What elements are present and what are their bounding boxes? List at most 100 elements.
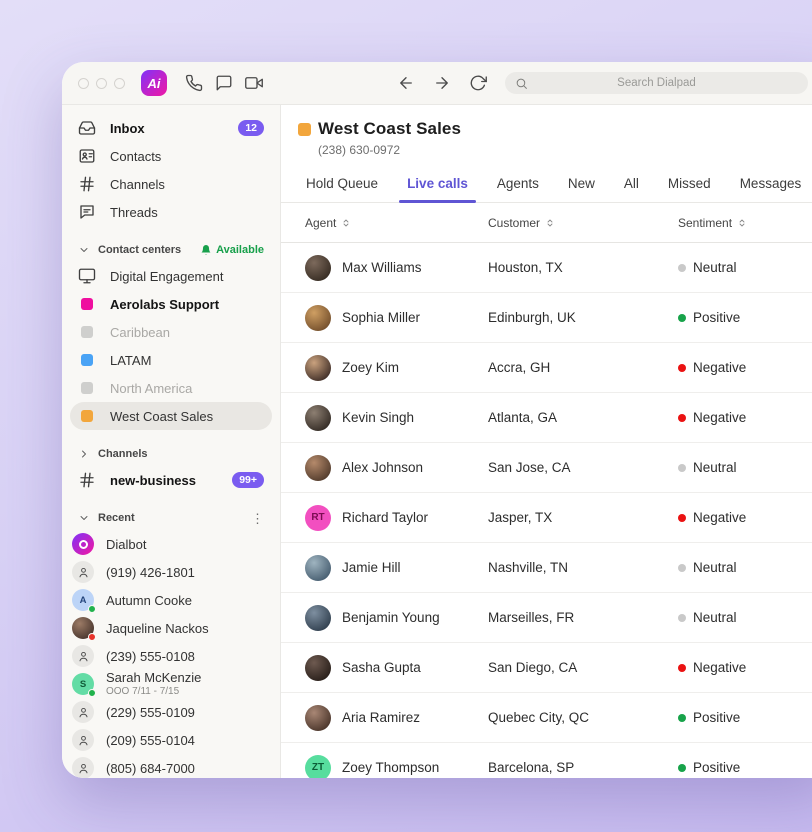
table-row[interactable]: Sasha GuptaSan Diego, CANegative bbox=[281, 643, 812, 693]
recent-options-icon[interactable]: ⋮ bbox=[251, 512, 264, 525]
avatar bbox=[72, 729, 94, 751]
agent-cell: Sasha Gupta bbox=[305, 655, 488, 681]
sentiment-cell: Positive bbox=[678, 760, 812, 775]
recent-item[interactable]: (209) 555-0104 bbox=[70, 726, 272, 754]
table-row[interactable]: ZTZoey ThompsonBarcelona, SPPositive bbox=[281, 743, 812, 778]
sidebar-item-contacts[interactable]: Contacts bbox=[70, 142, 272, 170]
tab-agents[interactable]: Agents bbox=[496, 167, 540, 202]
presence-dot bbox=[88, 605, 96, 613]
recent-item-label: Jaqueline Nackos bbox=[106, 621, 209, 636]
dialpad-ai-logo: Ai bbox=[141, 70, 167, 96]
tab-all[interactable]: All bbox=[623, 167, 640, 202]
chevron-down-icon bbox=[78, 244, 90, 256]
column-header-agent[interactable]: Agent bbox=[305, 216, 488, 230]
avatar-wrap bbox=[72, 757, 94, 778]
table-row[interactable]: Zoey KimAccra, GHNegative bbox=[281, 343, 812, 393]
close-window-button[interactable] bbox=[78, 78, 89, 89]
person-icon bbox=[77, 706, 90, 719]
tab-hold-queue[interactable]: Hold Queue bbox=[305, 167, 379, 202]
recent-item-subtitle: OOO 7/11 - 7/15 bbox=[106, 686, 201, 697]
contact-center-latam[interactable]: LATAM bbox=[70, 346, 272, 374]
customer-cell: Nashville, TN bbox=[488, 560, 678, 575]
avatar bbox=[72, 561, 94, 583]
table-row[interactable]: Kevin SinghAtlanta, GANegative bbox=[281, 393, 812, 443]
contact-center-aerolabs-support[interactable]: Aerolabs Support bbox=[70, 290, 272, 318]
recent-item[interactable]: Jaqueline Nackos bbox=[70, 614, 272, 642]
sentiment-cell: Neutral bbox=[678, 610, 812, 625]
person-icon bbox=[77, 734, 90, 747]
contact-center-label: LATAM bbox=[110, 353, 151, 368]
forward-button[interactable] bbox=[427, 68, 457, 98]
video-icon bbox=[245, 74, 263, 92]
customer-cell: Marseilles, FR bbox=[488, 610, 678, 625]
table-row[interactable]: Aria RamirezQuebec City, QCPositive bbox=[281, 693, 812, 743]
table-row[interactable]: RTRichard TaylorJasper, TXNegative bbox=[281, 493, 812, 543]
tab-messages[interactable]: Messages bbox=[739, 167, 803, 202]
hash-icon bbox=[78, 471, 96, 489]
recent-item[interactable]: AAutumn Cooke bbox=[70, 586, 272, 614]
avatar-wrap bbox=[72, 729, 94, 751]
table-row[interactable]: Max WilliamsHouston, TXNeutral bbox=[281, 243, 812, 293]
tab-missed[interactable]: Missed bbox=[667, 167, 712, 202]
channel-new-business[interactable]: new-business99+ bbox=[70, 466, 272, 494]
avatar-wrap bbox=[72, 561, 94, 583]
phone-button[interactable] bbox=[179, 68, 209, 98]
contact-center-west-coast-sales[interactable]: West Coast Sales bbox=[70, 402, 272, 430]
recent-item[interactable]: Dialbot bbox=[70, 530, 272, 558]
agent-name: Alex Johnson bbox=[342, 460, 423, 475]
agent-cell: ZTZoey Thompson bbox=[305, 755, 488, 779]
customer-cell: Quebec City, QC bbox=[488, 710, 678, 725]
main-panel: West Coast Sales (238) 630-0972 Hold Que… bbox=[281, 105, 812, 778]
contact-centers-header[interactable]: Contact centers Available bbox=[70, 238, 272, 262]
sentiment-dot bbox=[678, 464, 686, 472]
sidebar-item-threads[interactable]: Threads bbox=[70, 198, 272, 226]
recent-item[interactable]: (229) 555-0109 bbox=[70, 698, 272, 726]
sidebar-item-channels[interactable]: Channels bbox=[70, 170, 272, 198]
availability-status[interactable]: Available bbox=[200, 244, 264, 256]
recent-item[interactable]: (239) 555-0108 bbox=[70, 642, 272, 670]
contact-center-caribbean[interactable]: Caribbean bbox=[70, 318, 272, 346]
agent-cell: RTRichard Taylor bbox=[305, 505, 488, 531]
sentiment-label: Positive bbox=[693, 710, 740, 725]
agent-cell: Benjamin Young bbox=[305, 605, 488, 631]
recent-item[interactable]: (805) 684-7000 bbox=[70, 754, 272, 778]
back-arrow-icon bbox=[397, 74, 415, 92]
channels-section-header[interactable]: Channels bbox=[70, 442, 272, 466]
sentiment-dot bbox=[678, 764, 686, 772]
column-header-sentiment[interactable]: Sentiment bbox=[678, 216, 812, 230]
customer-cell: Atlanta, GA bbox=[488, 410, 678, 425]
avatar bbox=[72, 533, 94, 555]
contact-center-north-america[interactable]: North America bbox=[70, 374, 272, 402]
sort-icon bbox=[544, 217, 556, 229]
column-header-customer[interactable]: Customer bbox=[488, 216, 678, 230]
back-button[interactable] bbox=[391, 68, 421, 98]
recent-item[interactable]: SSarah McKenzieOOO 7/11 - 7/15 bbox=[70, 670, 272, 698]
agent-name: Jamie Hill bbox=[342, 560, 401, 575]
meetings-button[interactable] bbox=[239, 68, 269, 98]
avatar-wrap bbox=[72, 701, 94, 723]
table-row[interactable]: Alex JohnsonSan Jose, CANeutral bbox=[281, 443, 812, 493]
contact-center-color-swatch bbox=[298, 123, 311, 136]
minimize-window-button[interactable] bbox=[96, 78, 107, 89]
contact-center-label: North America bbox=[110, 381, 192, 396]
table-row[interactable]: Benjamin YoungMarseilles, FRNeutral bbox=[281, 593, 812, 643]
recent-section-header[interactable]: Recent ⋮ bbox=[70, 506, 272, 530]
app-window: Ai Inbox12ContactsChannelsThreads Contac… bbox=[62, 62, 812, 778]
sentiment-cell: Negative bbox=[678, 360, 812, 375]
search-input[interactable] bbox=[505, 72, 808, 94]
sidebar-item-inbox[interactable]: Inbox12 bbox=[70, 114, 272, 142]
refresh-button[interactable] bbox=[463, 68, 493, 98]
recent-item[interactable]: (919) 426-1801 bbox=[70, 558, 272, 586]
customer-cell: Accra, GH bbox=[488, 360, 678, 375]
maximize-window-button[interactable] bbox=[114, 78, 125, 89]
tab-live-calls[interactable]: Live calls bbox=[406, 167, 469, 202]
table-row[interactable]: Jamie HillNashville, TNNeutral bbox=[281, 543, 812, 593]
person-icon bbox=[77, 566, 90, 579]
sentiment-dot bbox=[678, 314, 686, 322]
messages-button[interactable] bbox=[209, 68, 239, 98]
chat-icon bbox=[215, 74, 233, 92]
table-row[interactable]: Sophia MillerEdinburgh, UKPositive bbox=[281, 293, 812, 343]
tab-new[interactable]: New bbox=[567, 167, 596, 202]
search-bar[interactable] bbox=[505, 72, 808, 94]
contact-center-digital-engagement[interactable]: Digital Engagement bbox=[70, 262, 272, 290]
